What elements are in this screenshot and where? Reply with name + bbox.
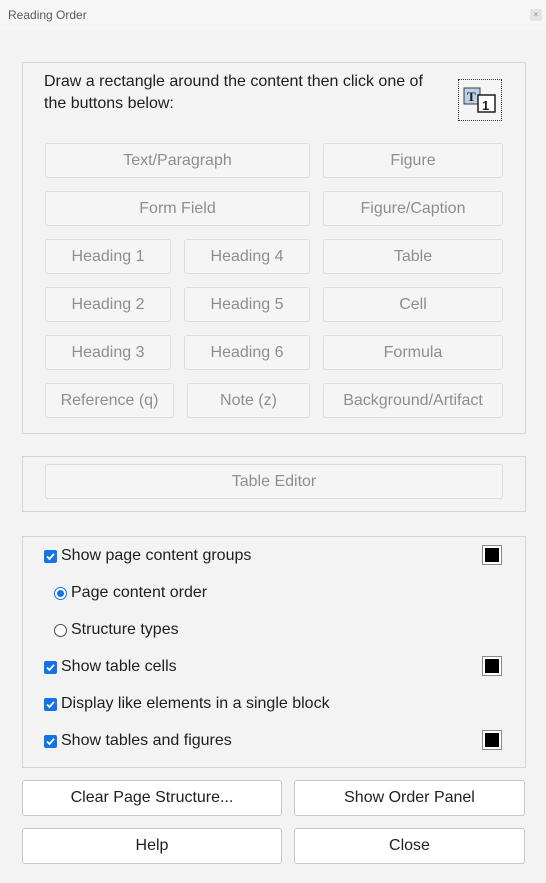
display-like-elements-option[interactable]: Display like elements in a single block (44, 693, 330, 715)
checkbox-checked-icon[interactable] (44, 734, 57, 748)
show-tables-figures-label: Show tables and figures (61, 732, 232, 749)
help-button[interactable]: Help (22, 828, 282, 864)
figure-button[interactable]: Figure (323, 143, 503, 178)
background-artifact-button[interactable]: Background/Artifact (323, 383, 503, 418)
text-paragraph-button[interactable]: Text/Paragraph (45, 143, 310, 178)
show-page-content-groups-option[interactable]: Show page content groups (44, 545, 251, 567)
checkbox-checked-icon[interactable] (44, 660, 57, 674)
show-tables-figures-option[interactable]: Show tables and figures (44, 730, 232, 752)
structure-types-label: Structure types (71, 621, 179, 638)
display-like-elements-label: Display like elements in a single block (61, 695, 330, 712)
page-content-groups-color-swatch[interactable] (482, 545, 502, 565)
show-page-content-groups-label: Show page content groups (61, 547, 252, 564)
checkbox-checked-icon[interactable] (44, 697, 57, 711)
note-button[interactable]: Note (z) (187, 383, 310, 418)
window-close-icon[interactable]: × (530, 9, 542, 21)
heading-2-button[interactable]: Heading 2 (45, 287, 171, 322)
formula-button[interactable]: Formula (323, 335, 503, 370)
page-content-order-option[interactable]: Page content order (54, 582, 207, 604)
show-table-cells-option[interactable]: Show table cells (44, 656, 177, 678)
touch-up-reading-order-tool-icon[interactable]: T 1 (458, 79, 502, 121)
close-button[interactable]: Close (294, 828, 525, 864)
structure-types-option[interactable]: Structure types (54, 619, 179, 641)
heading-3-button[interactable]: Heading 3 (45, 335, 171, 370)
reference-button[interactable]: Reference (q) (45, 383, 174, 418)
clear-page-structure-button[interactable]: Clear Page Structure... (22, 780, 282, 816)
svg-text:1: 1 (482, 98, 489, 113)
show-table-cells-label: Show table cells (61, 658, 177, 675)
svg-text:T: T (467, 89, 476, 104)
table-button[interactable]: Table (323, 239, 503, 274)
heading-1-button[interactable]: Heading 1 (45, 239, 171, 274)
form-field-button[interactable]: Form Field (45, 191, 310, 226)
tables-figures-color-swatch[interactable] (482, 730, 502, 750)
table-editor-button[interactable]: Table Editor (45, 464, 503, 499)
heading-4-button[interactable]: Heading 4 (184, 239, 310, 274)
instruction-text: Draw a rectangle around the content then… (44, 73, 423, 112)
radio-selected-icon[interactable] (54, 586, 67, 600)
cell-button[interactable]: Cell (323, 287, 503, 322)
title-bar: Reading Order × (0, 0, 546, 30)
window-title: Reading Order (8, 8, 87, 22)
checkbox-checked-icon[interactable] (44, 549, 57, 563)
show-order-panel-button[interactable]: Show Order Panel (294, 780, 525, 816)
page-content-order-label: Page content order (71, 584, 208, 601)
figure-caption-button[interactable]: Figure/Caption (323, 191, 503, 226)
radio-unselected-icon[interactable] (54, 623, 67, 637)
heading-6-button[interactable]: Heading 6 (184, 335, 310, 370)
table-cells-color-swatch[interactable] (482, 656, 502, 676)
heading-5-button[interactable]: Heading 5 (184, 287, 310, 322)
